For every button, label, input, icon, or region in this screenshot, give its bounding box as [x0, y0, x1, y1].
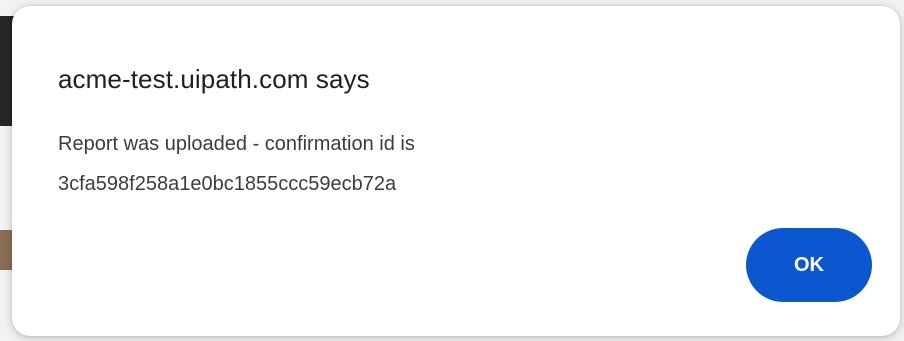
alert-dialog: acme-test.uipath.com says Report was upl…	[12, 6, 900, 336]
background-page-element	[0, 230, 12, 270]
dialog-message-line: Report was uploaded - confirmation id is	[58, 133, 415, 155]
dialog-message: Report was uploaded - confirmation id is…	[58, 124, 678, 204]
dialog-title: acme-test.uipath.com says	[58, 64, 370, 94]
confirmation-id: 3cfa598f258a1e0bc1855ccc59ecb72a	[58, 173, 397, 195]
ok-button[interactable]: OK	[746, 228, 872, 302]
